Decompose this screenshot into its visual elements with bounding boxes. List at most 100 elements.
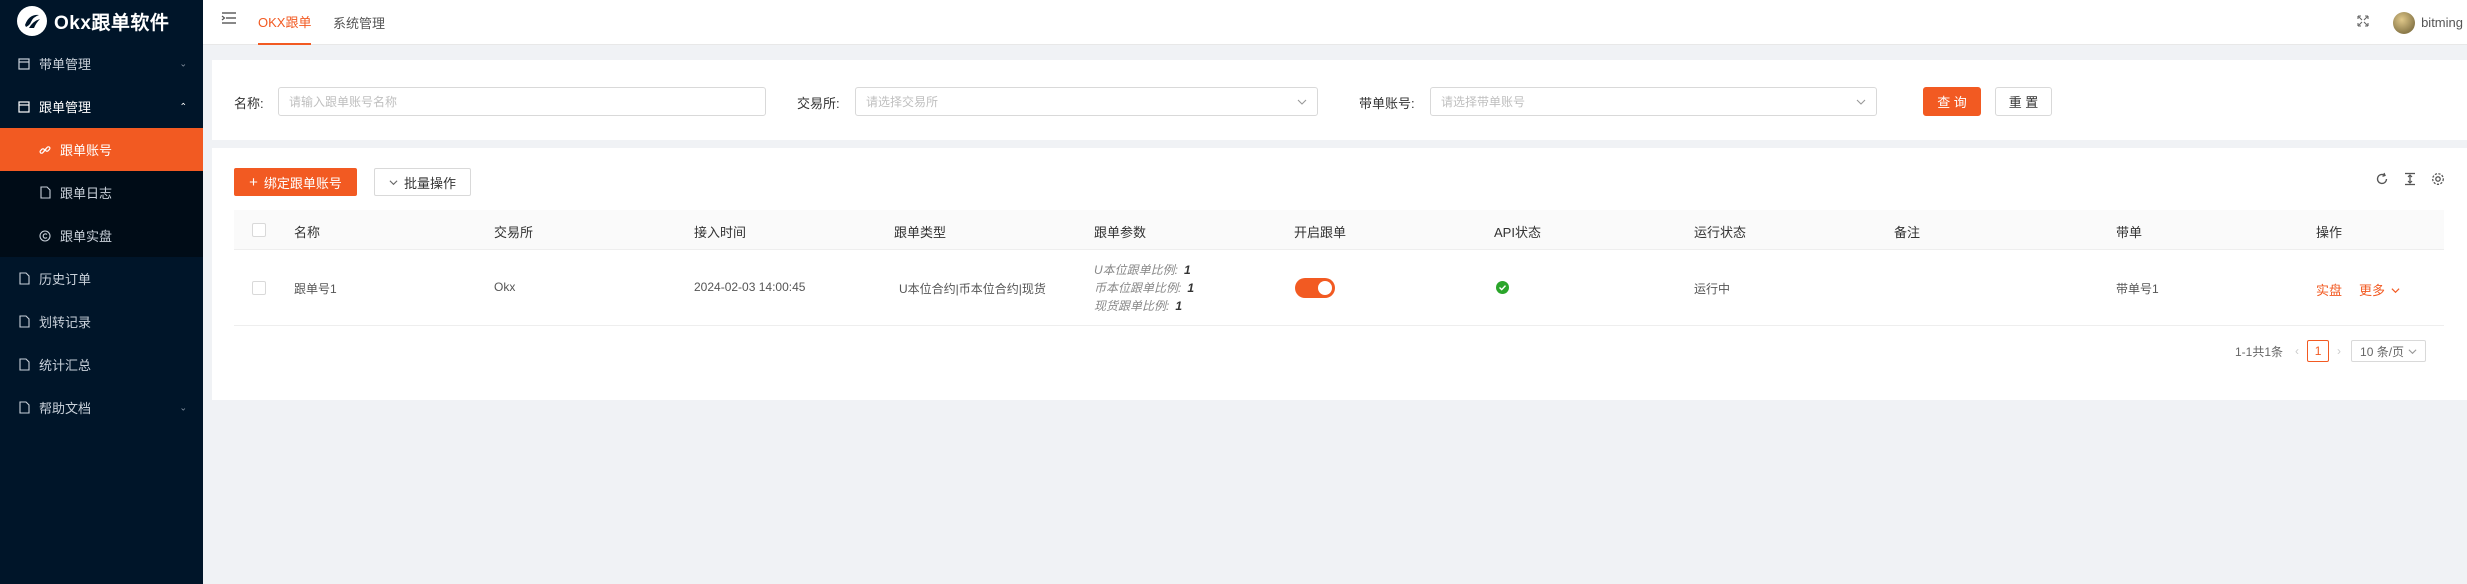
col-enable: 开启跟单 <box>1294 225 1347 240</box>
cell-type: U本位合约|币本位合约|现货 <box>899 282 1046 296</box>
tab-system-management[interactable]: 系统管理 <box>333 0 385 45</box>
pagination-summary: 1-1共1条 <box>2235 344 2284 359</box>
page-size-label: 10 条/页 <box>2360 344 2405 359</box>
chevron-up-icon: ⌃ <box>179 101 187 111</box>
leader-label: 带单账号: <box>1359 96 1415 111</box>
copyright-icon <box>38 229 52 243</box>
sidebar-item-transfer-records[interactable]: 划转记录 <box>0 300 203 343</box>
exchange-placeholder: 请选择交易所 <box>866 95 939 109</box>
query-button[interactable]: 查 询 <box>1923 87 1981 116</box>
col-leader: 带单 <box>2116 225 2143 240</box>
sidebar-item-label: 带单管理 <box>39 57 92 72</box>
name-placeholder: 请输入跟单账号名称 <box>289 95 398 109</box>
submenu-follow: 跟单账号 跟单日志 跟单实盘 <box>0 128 203 257</box>
param-u-ratio: U本位跟单比例: 1 <box>1094 263 1191 277</box>
follow-toggle[interactable] <box>1295 278 1335 298</box>
more-link[interactable]: 更多 <box>2359 280 2400 299</box>
sidebar-item-label: 跟单日志 <box>60 186 113 201</box>
sidebar-item-label: 划转记录 <box>39 315 92 330</box>
sidebar-item-help-docs[interactable]: 帮助文档 ⌄ <box>0 386 203 429</box>
chevron-down-icon <box>389 175 398 190</box>
sidebar-item-follow-management[interactable]: 跟单管理 ⌃ <box>0 85 203 128</box>
sidebar-item-follow-live[interactable]: 跟单实盘 <box>0 214 203 257</box>
settings-icon[interactable] <box>2431 172 2445 189</box>
column-height-icon[interactable] <box>2403 172 2417 189</box>
sidebar-item-label: 跟单管理 <box>39 100 92 115</box>
sidebar: Okx跟单软件 带单管理 ⌄ 跟单管理 ⌃ 跟单账号 跟单日志 跟单实盘 历史订… <box>0 0 203 584</box>
search-card: 名称: 请输入跟单账号名称 交易所: 请选择交易所 带单账号: 请选择带单账号 … <box>212 60 2467 140</box>
cell-run-status: 运行中 <box>1694 282 1731 296</box>
live-link[interactable]: 实盘 <box>2316 280 2342 299</box>
chevron-down-icon: ⌄ <box>179 58 187 68</box>
bind-account-button[interactable]: + 绑定跟单账号 <box>234 168 357 196</box>
col-type: 跟单类型 <box>894 225 947 240</box>
sidebar-item-label: 跟单账号 <box>60 143 113 158</box>
top-header: OKX跟单 系统管理 bitming <box>203 0 2467 45</box>
logo-icon <box>17 6 47 36</box>
more-label: 更多 <box>2359 283 2386 298</box>
col-remark: 备注 <box>1894 225 1921 240</box>
name-input[interactable]: 请输入跟单账号名称 <box>278 87 766 116</box>
col-time: 接入时间 <box>694 225 747 240</box>
cell-name: 跟单号1 <box>294 282 337 296</box>
sidebar-item-label: 跟单实盘 <box>60 229 113 244</box>
param-coin-ratio: 币本位跟单比例: 1 <box>1094 281 1195 295</box>
table-tools <box>2375 172 2445 189</box>
chevron-down-icon <box>1297 96 1307 110</box>
menu-fold-icon[interactable] <box>221 11 237 28</box>
param-spot-ratio: 现货跟单比例: 1 <box>1094 299 1183 313</box>
page-number[interactable]: 1 <box>2307 340 2330 362</box>
bind-account-label: 绑定跟单账号 <box>263 175 342 191</box>
file-icon <box>38 186 52 200</box>
plus-icon: + <box>249 173 258 191</box>
api-status-ok-icon <box>1496 281 1509 294</box>
table-card: + 绑定跟单账号 批量操作 名称 交易所 接入时间 跟单类型 跟单参数 开启跟单… <box>212 148 2467 400</box>
sidebar-item-statistics[interactable]: 统计汇总 <box>0 343 203 386</box>
batch-operation-button[interactable]: 批量操作 <box>374 168 471 196</box>
col-exchange: 交易所 <box>494 225 534 240</box>
col-actions: 操作 <box>2316 225 2343 240</box>
cell-exchange: Okx <box>494 280 516 294</box>
leader-placeholder: 请选择带单账号 <box>1441 95 1526 109</box>
chevron-down-icon <box>1856 96 1866 110</box>
cell-params: U本位跟单比例: 1 币本位跟单比例: 1 现货跟单比例: 1 <box>1094 261 1194 315</box>
pagination: 1-1共1条 ‹ 1 › 10 条/页 <box>2235 340 2427 362</box>
next-page-icon[interactable]: › <box>2337 344 2341 358</box>
cell-leader: 带单号1 <box>2116 282 2159 296</box>
table-header: 名称 交易所 接入时间 跟单类型 跟单参数 开启跟单 API状态 运行状态 备注… <box>234 210 2444 250</box>
sidebar-item-follow-account[interactable]: 跟单账号 <box>0 128 203 171</box>
col-name: 名称 <box>294 225 321 240</box>
fullscreen-icon[interactable] <box>2357 15 2369 30</box>
col-params: 跟单参数 <box>1094 225 1147 240</box>
file-icon <box>17 272 31 286</box>
sidebar-item-label: 帮助文档 <box>39 401 92 416</box>
reload-icon[interactable] <box>2375 172 2389 189</box>
prev-page-icon[interactable]: ‹ <box>2295 344 2299 358</box>
leader-select[interactable]: 请选择带单账号 <box>1430 87 1877 116</box>
exchange-label: 交易所: <box>797 96 840 111</box>
username[interactable]: bitming <box>2421 15 2463 30</box>
sidebar-item-leader-management[interactable]: 带单管理 ⌄ <box>0 42 203 85</box>
avatar[interactable] <box>2393 11 2416 34</box>
tab-okx-follow[interactable]: OKX跟单 <box>258 0 312 45</box>
col-run-status: 运行状态 <box>1694 225 1747 240</box>
batch-operation-label: 批量操作 <box>403 175 456 191</box>
chevron-down-icon: ⌄ <box>179 402 187 412</box>
select-all-checkbox[interactable] <box>252 223 266 237</box>
row-checkbox[interactable] <box>252 281 266 295</box>
sidebar-item-label: 历史订单 <box>39 272 92 287</box>
file-icon <box>17 401 31 415</box>
file-icon <box>17 358 31 372</box>
app-title: Okx跟单软件 <box>54 12 170 34</box>
sidebar-item-history-orders[interactable]: 历史订单 <box>0 257 203 300</box>
sidebar-item-follow-log[interactable]: 跟单日志 <box>0 171 203 214</box>
reset-button[interactable]: 重 置 <box>1995 87 2052 116</box>
panel-icon <box>17 57 31 71</box>
exchange-select[interactable]: 请选择交易所 <box>855 87 1318 116</box>
link-icon <box>38 143 52 157</box>
page-size-select[interactable]: 10 条/页 <box>2351 340 2427 362</box>
sidebar-item-label: 统计汇总 <box>39 358 92 373</box>
header-right: bitming <box>2357 0 2467 45</box>
app-logo[interactable]: Okx跟单软件 <box>0 0 203 42</box>
name-label: 名称: <box>234 96 264 111</box>
